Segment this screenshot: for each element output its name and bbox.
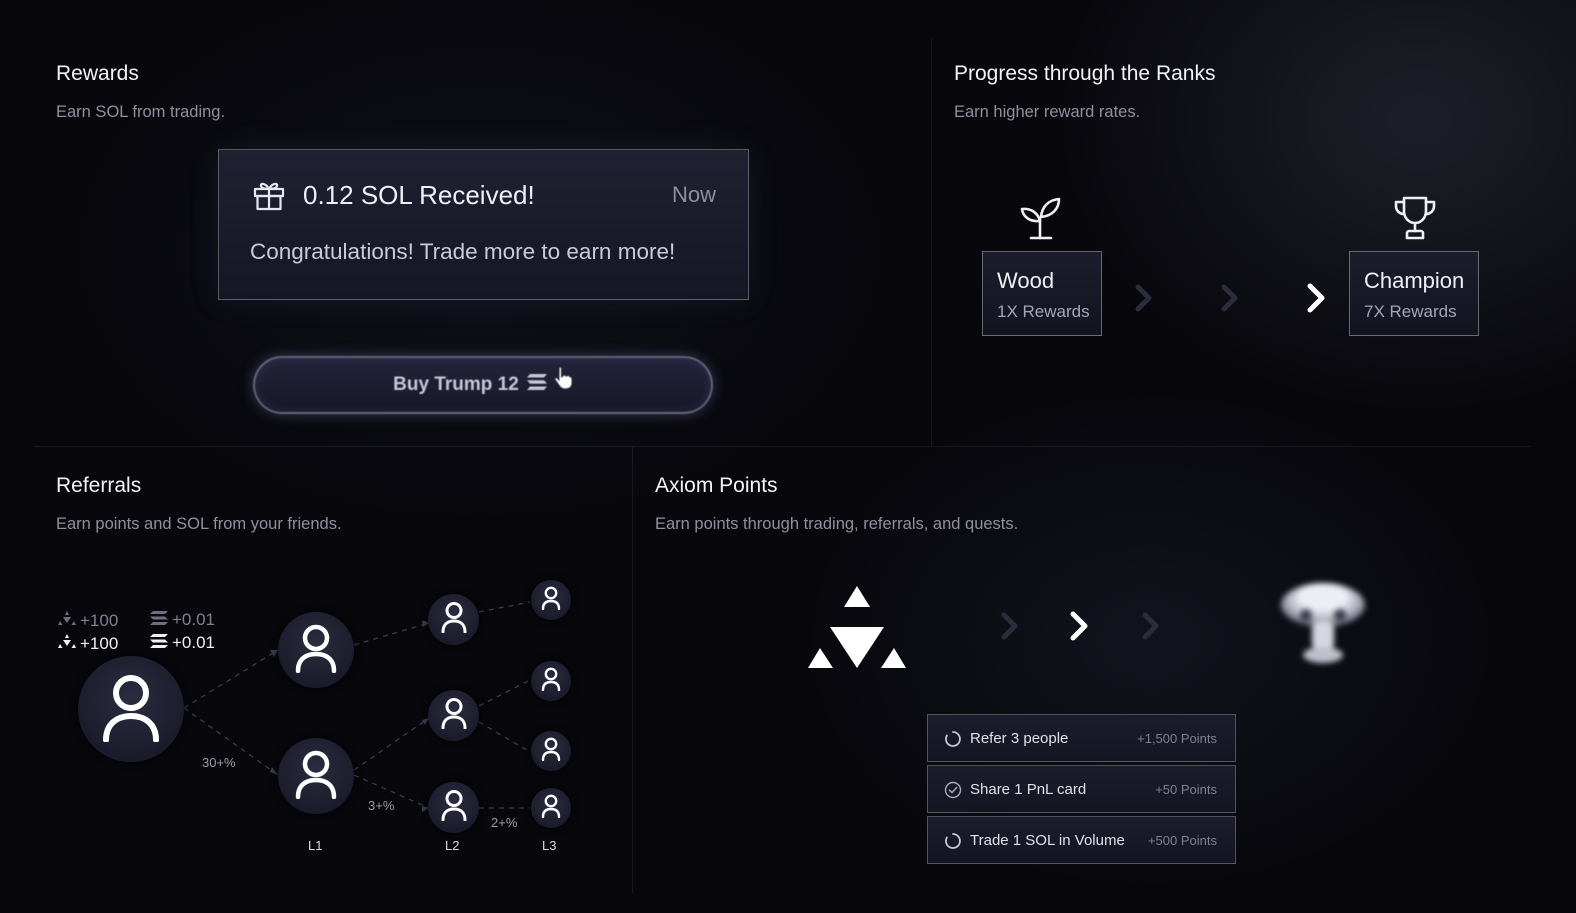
user-avatar-root (78, 656, 184, 762)
ranks-title: Progress through the Ranks (954, 62, 1216, 85)
chevron-right-icon (1220, 284, 1240, 317)
vertical-divider-top (931, 38, 932, 446)
user-icon (441, 789, 467, 826)
user-icon (295, 623, 337, 678)
user-avatar-l2 (428, 594, 479, 645)
quest-item[interactable]: Refer 3 people +1,500 Points (927, 714, 1236, 762)
user-avatar-l2 (428, 690, 479, 741)
user-icon (441, 697, 467, 734)
quest-points: +500 Points (1147, 833, 1217, 848)
quest-points: +50 Points (1155, 782, 1217, 797)
quest-item[interactable]: Share 1 PnL card +50 Points (927, 765, 1236, 813)
chevron-right-icon (1000, 612, 1020, 645)
quest-item[interactable]: Trade 1 SOL in Volume +500 Points (927, 816, 1236, 864)
notification-time: Now (671, 182, 716, 207)
sol-value: +0.01 (172, 633, 216, 652)
level-label: L2 (445, 838, 460, 853)
user-avatar-l1 (278, 612, 354, 688)
user-avatar-l2 (428, 782, 479, 833)
chevron-right-icon (1134, 284, 1154, 317)
chevron-right-icon (1141, 612, 1161, 645)
user-icon (541, 667, 561, 696)
user-icon (541, 737, 561, 766)
ranks-subtitle: Earn higher reward rates. (954, 103, 1141, 121)
chevron-right-icon (1069, 611, 1091, 646)
rank-rewards: 7X Rewards (1364, 302, 1457, 321)
mushroom-cloud-icon (1276, 575, 1371, 675)
axiom-logo-icon (808, 586, 908, 675)
solana-icon (150, 610, 168, 630)
check-circle-icon (944, 781, 962, 799)
points-value: +100 (80, 610, 119, 630)
level-label: L1 (308, 838, 323, 853)
sol-stat-dim: +0.01 (150, 610, 215, 630)
points-subtitle: Earn points through trading, referrals, … (655, 515, 1019, 533)
user-avatar-l1 (278, 738, 354, 814)
user-icon (541, 586, 561, 615)
rank-name: Wood (997, 268, 1055, 293)
l1-percent: 30+% (202, 755, 236, 770)
quest-label: Refer 3 people (970, 730, 1069, 747)
axiom-points-icon (58, 633, 76, 654)
user-avatar-l3 (531, 788, 571, 828)
rank-name: Champion (1364, 268, 1465, 293)
solana-icon (150, 633, 168, 653)
points-stat: +100 (58, 633, 118, 654)
quest-label: Trade 1 SOL in Volume (970, 832, 1125, 849)
quest-points: +1,500 Points (1137, 731, 1217, 746)
user-icon (541, 794, 561, 823)
points-title: Axiom Points (655, 474, 778, 497)
progress-spinner-icon (944, 832, 962, 850)
user-icon (441, 601, 467, 638)
l2-percent: 3+% (368, 798, 395, 813)
chevron-right-icon (1306, 283, 1328, 318)
rank-card-champion: Champion 7X Rewards (1349, 251, 1479, 336)
user-avatar-l3 (531, 731, 571, 771)
user-avatar-l3 (531, 661, 571, 701)
l3-percent: 2+% (491, 815, 518, 830)
points-stat-dim: +100 (58, 610, 118, 631)
rank-rewards: 1X Rewards (997, 302, 1090, 321)
trophy-icon (1392, 195, 1438, 246)
level-label: L3 (542, 838, 557, 853)
quest-label: Share 1 PnL card (970, 781, 1087, 798)
user-avatar-l3 (531, 580, 571, 620)
user-icon (101, 672, 161, 747)
sprout-icon (1019, 195, 1063, 246)
progress-spinner-icon (944, 730, 962, 748)
sol-value: +0.01 (172, 610, 216, 629)
rewards-overview-page: Rewards Earn SOL from trading. 0.12 SOL … (0, 0, 1576, 913)
rank-card-wood: Wood 1X Rewards (982, 251, 1102, 336)
user-icon (295, 749, 337, 804)
sol-stat: +0.01 (150, 633, 215, 653)
points-value: +100 (80, 633, 119, 653)
axiom-points-icon (58, 610, 76, 631)
